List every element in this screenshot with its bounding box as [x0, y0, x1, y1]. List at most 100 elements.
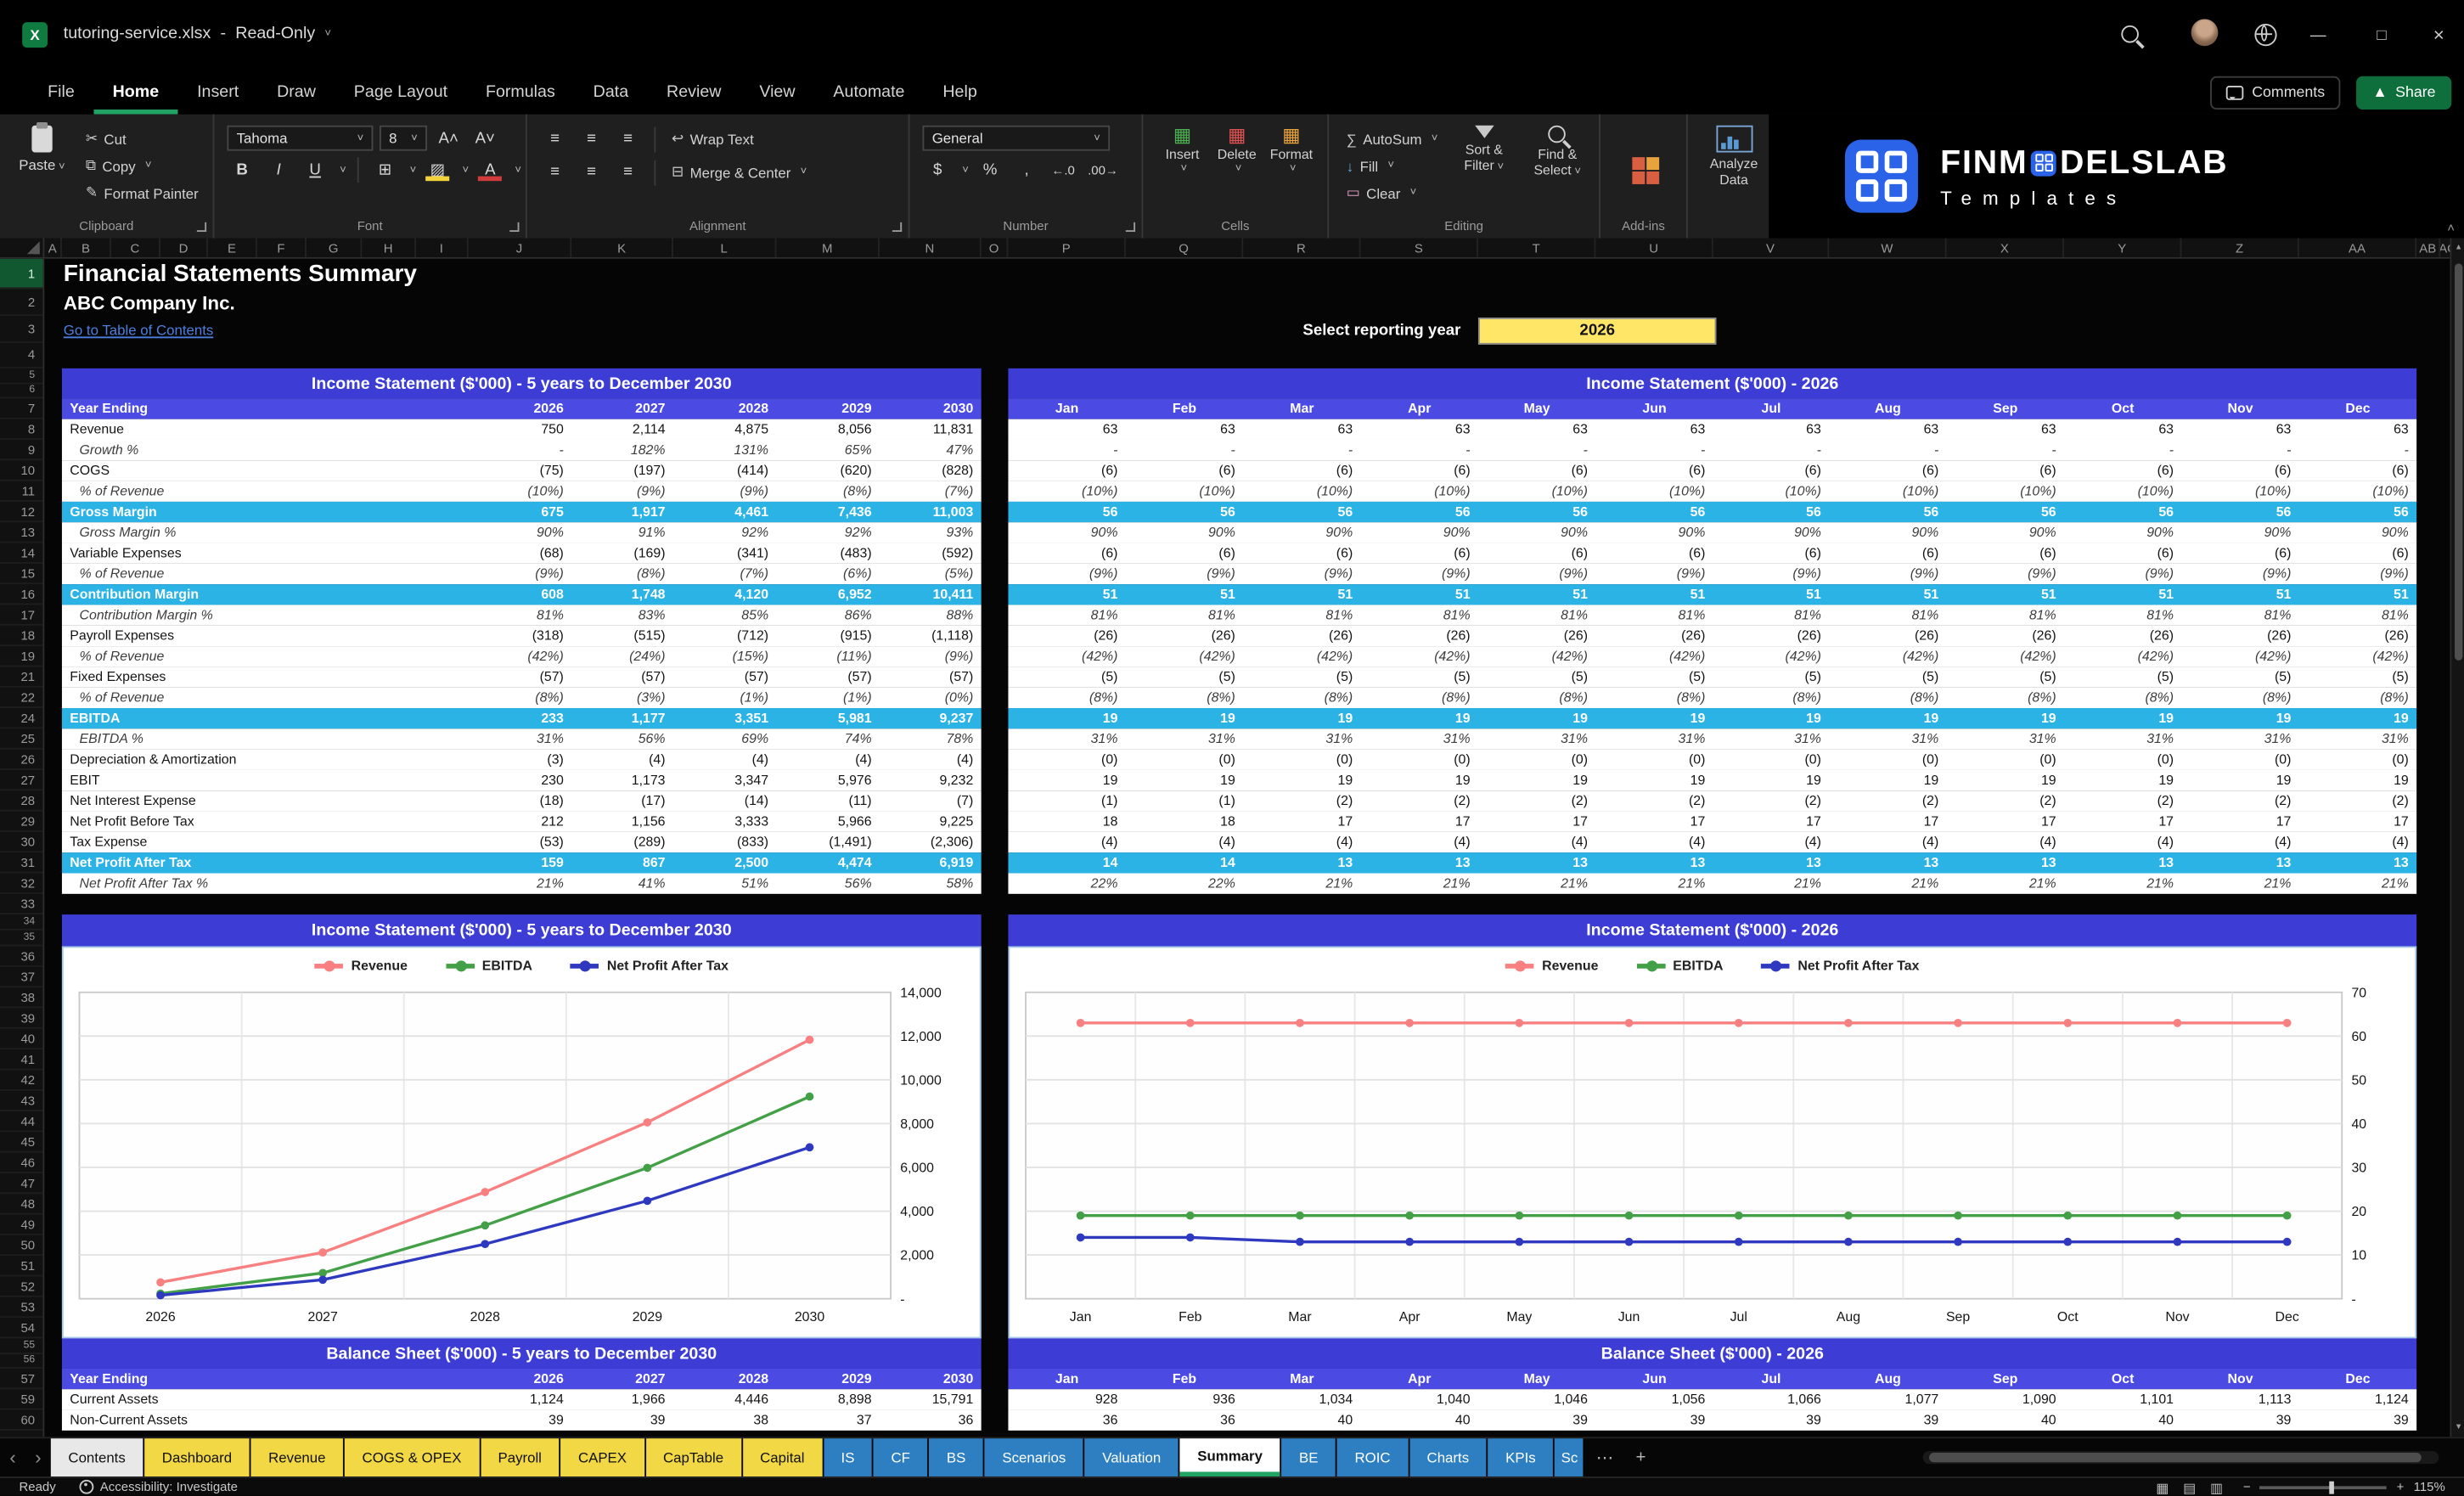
cell[interactable]: 90% — [469, 522, 572, 543]
new-sheet-button[interactable]: + — [1624, 1448, 1657, 1466]
row-number[interactable]: 2 — [0, 289, 42, 316]
cell[interactable]: (0) — [2064, 750, 2181, 770]
cell[interactable]: 19 — [1243, 770, 1360, 790]
cell[interactable]: (26) — [2299, 626, 2416, 646]
row-number[interactable]: 6 — [0, 384, 42, 399]
cell[interactable]: (483) — [776, 543, 880, 564]
cell[interactable]: (42%) — [2299, 646, 2416, 666]
row-number[interactable]: 52 — [0, 1276, 42, 1296]
cell[interactable]: May — [1478, 398, 1595, 419]
cell[interactable]: (57) — [571, 666, 673, 687]
row-number[interactable]: 40 — [0, 1029, 42, 1049]
sheet-tab-capex[interactable]: CAPEX — [560, 1438, 644, 1476]
cell[interactable]: 1,966 — [571, 1389, 673, 1409]
cell[interactable]: 21% — [1595, 874, 1713, 894]
cell[interactable]: 56 — [1361, 502, 1478, 522]
cell[interactable]: 63 — [2064, 419, 2181, 440]
row-number[interactable]: 18 — [0, 626, 42, 646]
cell[interactable]: 9,225 — [880, 812, 982, 832]
cell[interactable]: 39 — [2181, 1410, 2298, 1431]
cell[interactable]: 17 — [1947, 812, 2064, 832]
cell[interactable]: (915) — [776, 626, 880, 646]
dialog-launcher-icon[interactable] — [1126, 222, 1135, 232]
row-number[interactable]: 50 — [0, 1235, 42, 1256]
cell[interactable]: (10%) — [1008, 481, 1125, 502]
cell[interactable]: 182% — [571, 440, 673, 460]
cell[interactable]: 39 — [1713, 1410, 1830, 1431]
column-letter[interactable]: P — [1008, 239, 1125, 257]
sheet-tab-charts[interactable]: Charts — [1409, 1438, 1487, 1476]
analyze-data-button[interactable]: Analyze Data — [1701, 126, 1768, 188]
cell[interactable]: Year Ending — [62, 1369, 469, 1389]
cell[interactable]: 51 — [1947, 584, 2064, 605]
row-number[interactable]: 14 — [0, 543, 42, 564]
cell[interactable]: (4) — [673, 750, 777, 770]
sheet-tab-payroll[interactable]: Payroll — [481, 1438, 560, 1476]
cell[interactable]: 13 — [1361, 852, 1478, 873]
cell[interactable]: 1,748 — [571, 584, 673, 605]
cell[interactable]: 63 — [2299, 419, 2416, 440]
cell[interactable]: 936 — [1126, 1389, 1243, 1409]
cell[interactable]: (5) — [1008, 666, 1125, 687]
cell[interactable]: 51 — [1595, 584, 1713, 605]
cell[interactable]: Oct — [2064, 398, 2181, 419]
cell[interactable]: (2,306) — [880, 832, 982, 852]
cell[interactable]: 19 — [2064, 770, 2181, 790]
cell[interactable]: 22% — [1008, 874, 1125, 894]
ribbon-tab-help[interactable]: Help — [924, 70, 996, 114]
cell[interactable]: 63 — [1126, 419, 1243, 440]
cell[interactable]: % of Revenue — [62, 564, 469, 584]
cell[interactable]: 90% — [1126, 522, 1243, 543]
cell[interactable]: (7) — [880, 790, 982, 811]
cell[interactable]: Jul — [1713, 398, 1830, 419]
cell[interactable]: 56 — [1243, 502, 1360, 522]
cell[interactable]: (9%) — [1126, 564, 1243, 584]
ribbon-tab-home[interactable]: Home — [93, 70, 177, 114]
cell[interactable]: 19 — [2299, 708, 2416, 728]
cell[interactable]: - — [1243, 440, 1360, 460]
cell[interactable]: (5) — [1361, 666, 1478, 687]
cell[interactable]: (0) — [1243, 750, 1360, 770]
cell[interactable]: (6) — [1595, 460, 1713, 481]
cell[interactable]: (8%) — [571, 564, 673, 584]
cell[interactable]: 81% — [1713, 605, 1830, 625]
normal-view-icon[interactable]: ▦ — [2156, 1480, 2169, 1496]
column-letter[interactable]: T — [1478, 239, 1595, 257]
cell[interactable]: 63 — [1829, 419, 1946, 440]
cell[interactable]: 36 — [1126, 1410, 1243, 1431]
cell[interactable]: Aug — [1829, 1369, 1946, 1389]
cell[interactable]: 8,056 — [776, 419, 880, 440]
cell[interactable]: (8%) — [1947, 688, 2064, 708]
column-letter[interactable]: Q — [1126, 239, 1243, 257]
cut-button[interactable]: ✂Cut — [81, 126, 203, 153]
cell[interactable]: - — [1008, 440, 1125, 460]
cell[interactable]: 867 — [571, 852, 673, 873]
cell[interactable]: Nov — [2181, 1369, 2298, 1389]
cell[interactable]: (9%) — [571, 481, 673, 502]
cell[interactable]: 56% — [571, 728, 673, 749]
cell[interactable]: 13 — [1829, 852, 1946, 873]
cell[interactable]: (10%) — [1947, 481, 2064, 502]
column-letter[interactable]: W — [1829, 239, 1946, 257]
sheet-tab-roic[interactable]: ROIC — [1337, 1438, 1408, 1476]
font-name-select[interactable]: Tahoma˅ — [227, 126, 373, 151]
cell[interactable]: Jan — [1008, 1369, 1125, 1389]
cell[interactable]: 51 — [1713, 584, 1830, 605]
cell[interactable]: (4) — [2181, 832, 2298, 852]
cell[interactable]: 40 — [1243, 1410, 1360, 1431]
cell[interactable]: (5) — [1595, 666, 1713, 687]
cell[interactable]: - — [1947, 440, 2064, 460]
cell[interactable]: 21% — [2181, 874, 2298, 894]
find-select-button[interactable]: Find & Select˅ — [1526, 126, 1589, 215]
row-number[interactable]: 31 — [0, 852, 42, 873]
row-number[interactable]: 53 — [0, 1297, 42, 1318]
cell[interactable]: (7%) — [880, 481, 982, 502]
cell[interactable]: (2) — [2299, 790, 2416, 811]
cell[interactable]: (4) — [1008, 832, 1125, 852]
font-size-select[interactable]: 8˅ — [380, 126, 427, 151]
cell[interactable]: 51 — [1829, 584, 1946, 605]
insert-cells-button[interactable]: ▦ Insert˅ — [1156, 126, 1208, 215]
cell[interactable]: (75) — [469, 460, 572, 481]
row-number[interactable]: 13 — [0, 522, 42, 543]
cell[interactable]: (197) — [571, 460, 673, 481]
